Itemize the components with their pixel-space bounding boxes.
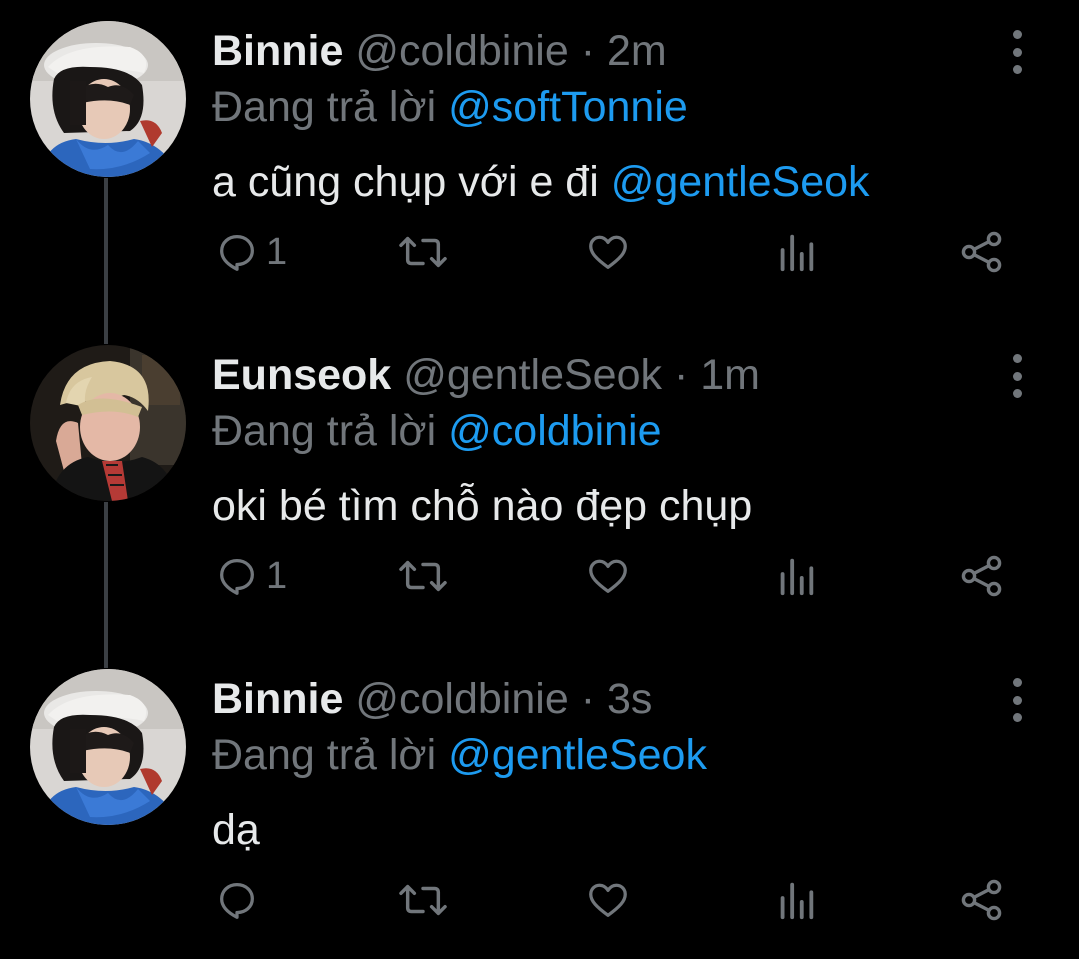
like-icon: [589, 235, 627, 269]
reply-icon: [220, 235, 254, 271]
retweet-button[interactable]: [396, 550, 450, 602]
reply-icon: [220, 559, 254, 595]
retweet-icon: [399, 236, 447, 268]
conversation-thread: Binnie @coldbinie · 2m Đang trả lời @sof…: [0, 0, 1079, 959]
avatar[interactable]: [30, 345, 186, 501]
tweet-mention[interactable]: @gentleSeok: [611, 158, 870, 206]
avatar-binnie-image: [30, 21, 186, 177]
like-button[interactable]: [584, 226, 632, 278]
author-handle[interactable]: @coldbinie: [355, 27, 568, 75]
share-button[interactable]: [958, 550, 1006, 602]
separator-dot: ·: [673, 351, 689, 399]
like-button[interactable]: [584, 550, 632, 602]
more-options-icon[interactable]: [1004, 30, 1030, 74]
author-name[interactable]: Binnie: [212, 27, 343, 75]
like-icon: [589, 883, 627, 917]
tweet-actions: 1: [0, 226, 1079, 278]
views-icon: [780, 558, 814, 596]
share-button[interactable]: [958, 226, 1006, 278]
reply-count: 1: [266, 231, 288, 273]
tweet-text-content: oki bé tìm chỗ nào đẹp chụp: [212, 482, 753, 530]
tweet-actions: [0, 874, 1079, 926]
author-name[interactable]: Eunseok: [212, 351, 391, 399]
timestamp[interactable]: 2m: [607, 27, 667, 75]
author-name[interactable]: Binnie: [212, 675, 343, 723]
tweet-header: Binnie @coldbinie · 2m: [212, 26, 667, 76]
tweet-text: dạ: [212, 804, 260, 856]
reply-to-mention[interactable]: @coldbinie: [448, 407, 661, 455]
tweet[interactable]: Binnie @coldbinie · 2m Đang trả lời @sof…: [0, 0, 1079, 320]
avatar-binnie-image: [30, 669, 186, 825]
avatar[interactable]: [30, 21, 186, 177]
reply-button[interactable]: [214, 874, 266, 926]
like-icon: [589, 559, 627, 593]
more-options-icon[interactable]: [1004, 678, 1030, 722]
replying-to: Đang trả lời @coldbinie: [212, 406, 662, 456]
views-button[interactable]: [776, 226, 816, 278]
retweet-icon: [399, 560, 447, 592]
replying-to: Đang trả lời @gentleSeok: [212, 730, 707, 780]
replying-to-label: Đang trả lời: [212, 83, 437, 131]
views-icon: [780, 882, 814, 920]
share-button[interactable]: [958, 874, 1006, 926]
avatar-eunseok-image: [30, 345, 186, 501]
timestamp[interactable]: 1m: [700, 351, 760, 399]
tweet-actions: 1: [0, 550, 1079, 602]
tweet[interactable]: Binnie @coldbinie · 3s Đang trả lời @gen…: [0, 648, 1079, 959]
views-button[interactable]: [776, 874, 816, 926]
tweet-header: Binnie @coldbinie · 3s: [212, 674, 652, 724]
retweet-button[interactable]: [396, 874, 450, 926]
tweet-text-content: dạ: [212, 806, 260, 854]
separator-dot: ·: [580, 675, 596, 723]
tweet[interactable]: Eunseok @gentleSeok · 1m Đang trả lời @c…: [0, 324, 1079, 644]
retweet-button[interactable]: [396, 226, 450, 278]
like-button[interactable]: [584, 874, 632, 926]
tweet-text: oki bé tìm chỗ nào đẹp chụp: [212, 480, 752, 532]
share-icon: [961, 555, 1002, 597]
share-icon: [961, 879, 1002, 921]
reply-to-mention[interactable]: @gentleSeok: [448, 731, 707, 779]
tweet-text-content: a cũng chụp với e đi: [212, 158, 599, 206]
reply-icon: [220, 883, 254, 919]
reply-button[interactable]: 1: [214, 550, 287, 602]
separator-dot: ·: [580, 27, 596, 75]
replying-to: Đang trả lời @softTonnie: [212, 82, 688, 132]
tweet-header: Eunseok @gentleSeok · 1m: [212, 350, 760, 400]
author-handle[interactable]: @coldbinie: [355, 675, 568, 723]
views-button[interactable]: [776, 550, 816, 602]
views-icon: [780, 234, 814, 272]
replying-to-label: Đang trả lời: [212, 731, 437, 779]
more-options-icon[interactable]: [1004, 354, 1030, 398]
tweet-text: a cũng chụp với e đi @gentleSeok: [212, 156, 870, 208]
avatar[interactable]: [30, 669, 186, 825]
retweet-icon: [399, 884, 447, 916]
reply-button[interactable]: 1: [214, 226, 287, 278]
reply-count: 1: [266, 555, 288, 597]
timestamp[interactable]: 3s: [607, 675, 652, 723]
replying-to-label: Đang trả lời: [212, 407, 437, 455]
share-icon: [961, 231, 1002, 273]
author-handle[interactable]: @gentleSeok: [403, 351, 662, 399]
reply-to-mention[interactable]: @softTonnie: [448, 83, 688, 131]
